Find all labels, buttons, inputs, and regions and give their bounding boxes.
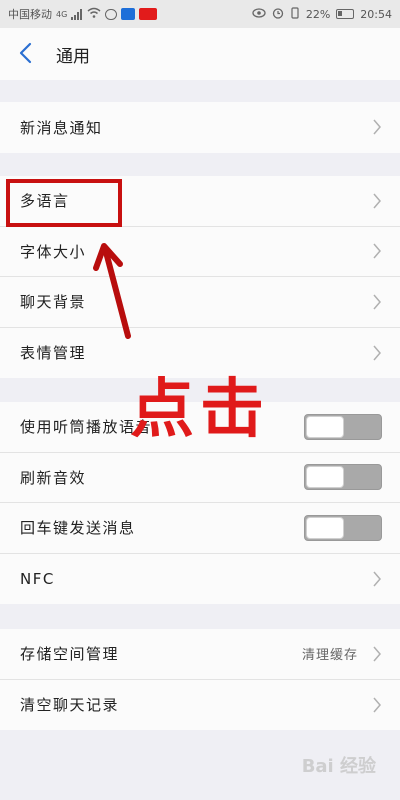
network-label: 4G — [56, 9, 68, 19]
setting-label: 回车键发送消息 — [20, 519, 136, 538]
vibrate-icon — [290, 6, 300, 22]
setting-storage-management[interactable]: 存储空间管理 清理缓存 — [0, 629, 400, 680]
setting-label: 清空聊天记录 — [20, 696, 120, 715]
setting-refresh-sound: 刷新音效 — [0, 453, 400, 503]
setting-label: 新消息通知 — [20, 118, 103, 137]
settings-group-storage: 存储空间管理 清理缓存 清空聊天记录 — [0, 629, 400, 730]
earpiece-toggle[interactable] — [304, 413, 382, 440]
annotation-text: 点击 — [130, 373, 270, 447]
app-notification-icon — [121, 8, 136, 20]
chevron-right-icon — [373, 193, 381, 209]
chevron-right-icon — [373, 243, 381, 259]
wifi-icon — [87, 7, 101, 21]
chevron-right-icon — [373, 345, 381, 361]
chevron-right-icon — [373, 697, 381, 713]
setting-font-size[interactable]: 字体大小 — [0, 227, 400, 277]
setting-label: NFC — [20, 569, 55, 588]
carrier-label: 中国移动 — [8, 8, 52, 21]
setting-clear-chat-history[interactable]: 清空聊天记录 — [0, 680, 400, 731]
battery-percent: 22% — [305, 7, 331, 21]
setting-value: 清理缓存 — [301, 648, 358, 664]
setting-new-message-notification[interactable]: 新消息通知 — [0, 102, 400, 153]
status-bar: 中国移动 4G 22% 20:54 — [0, 0, 400, 28]
chevron-right-icon — [373, 119, 381, 135]
annotation-arrow-icon — [93, 243, 131, 339]
clock: 20:54 — [360, 7, 392, 21]
header: 通用 — [0, 28, 400, 80]
chevron-right-icon — [373, 646, 381, 662]
setting-label: 聊天背景 — [20, 293, 87, 312]
app-notification-icon-red — [139, 8, 158, 20]
page-title: 通用 — [56, 46, 90, 67]
settings-group-notifications: 新消息通知 — [0, 102, 400, 153]
signal-icon — [71, 8, 83, 20]
setting-label: 刷新音效 — [20, 468, 87, 487]
setting-enter-to-send: 回车键发送消息 — [0, 503, 400, 554]
chevron-right-icon — [373, 294, 381, 310]
setting-label: 存储空间管理 — [20, 645, 120, 664]
annotation-highlight-box — [6, 179, 122, 227]
setting-label: 字体大小 — [20, 242, 87, 261]
qq-notification-icon — [105, 8, 118, 20]
chevron-left-icon[interactable] — [8, 28, 46, 80]
setting-chat-background[interactable]: 聊天背景 — [0, 277, 400, 328]
toggle-knob — [306, 415, 344, 438]
refresh-sound-toggle[interactable] — [304, 464, 382, 491]
chevron-right-icon — [373, 571, 381, 587]
watermark: Bai 经验 — [301, 756, 376, 777]
setting-nfc[interactable]: NFC — [0, 554, 400, 605]
alarm-icon — [272, 7, 284, 22]
battery-icon — [336, 9, 355, 19]
toggle-knob — [306, 516, 344, 539]
eye-icon — [252, 7, 266, 21]
toggle-knob — [306, 466, 344, 489]
enter-to-send-toggle[interactable] — [304, 514, 382, 541]
